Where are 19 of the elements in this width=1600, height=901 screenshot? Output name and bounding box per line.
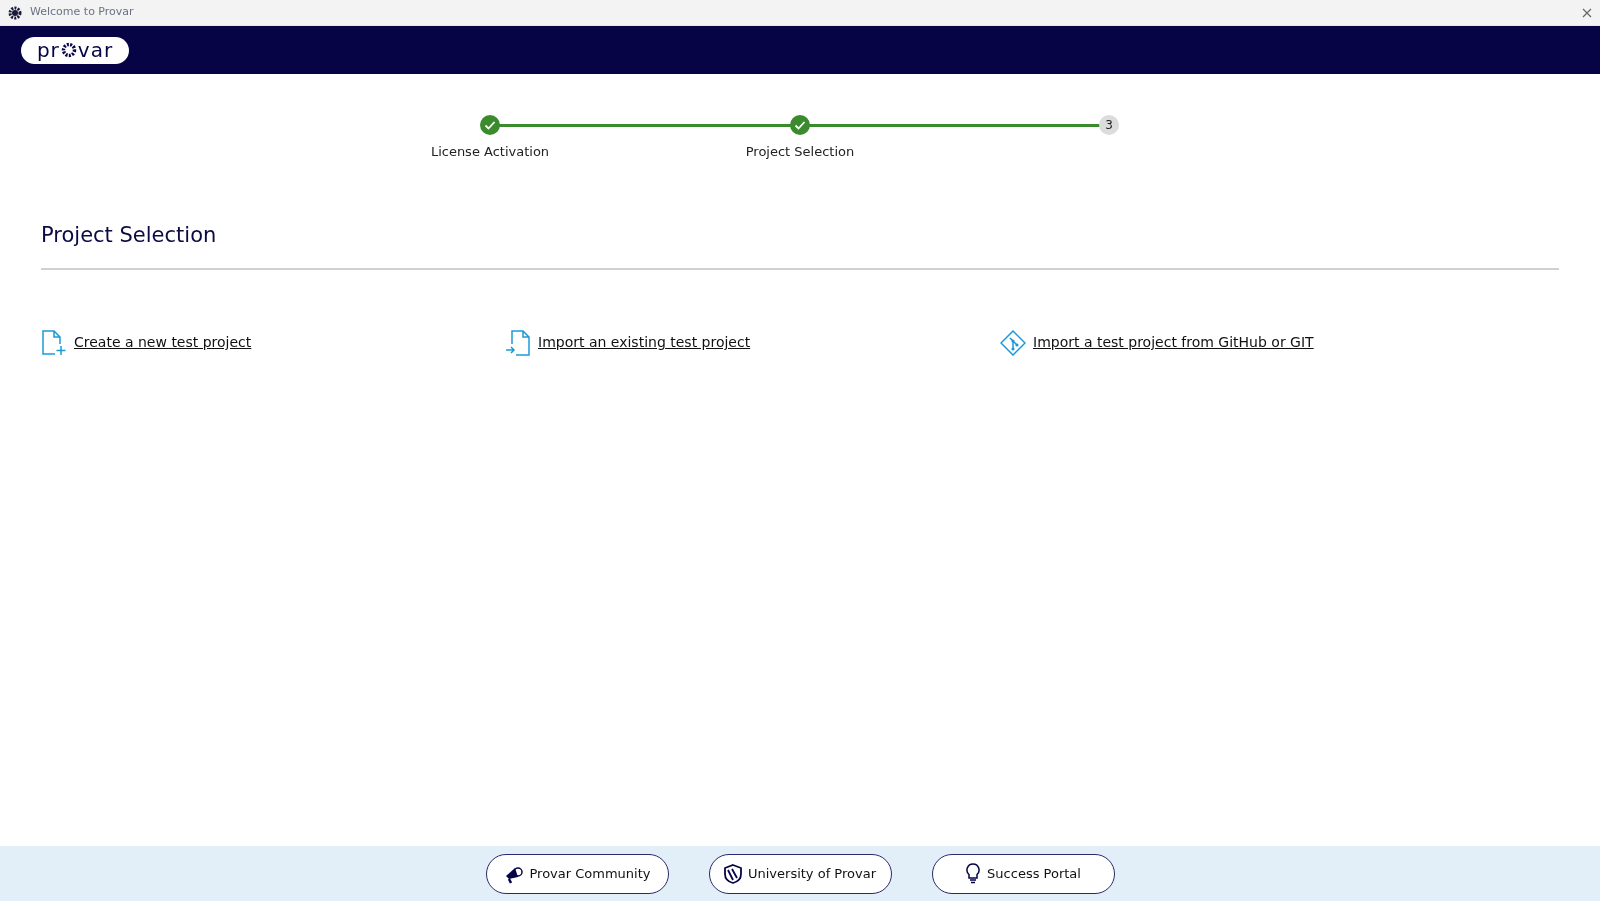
footer-link-button[interactable]: Success Portal: [931, 853, 1115, 894]
action-link[interactable]: Import an existing test project: [538, 332, 751, 353]
window-title: Welcome to Provar: [30, 4, 134, 21]
step-label: License Activation: [430, 143, 550, 161]
step-label: Project Selection: [745, 143, 855, 161]
page-heading: Project Selection: [41, 222, 218, 249]
git-icon: [1000, 329, 1026, 356]
provar-logo: pr var: [21, 36, 129, 64]
import-file-icon: [505, 329, 531, 356]
footer-link-button[interactable]: Provar Community: [485, 853, 669, 894]
step-number: 3: [1099, 115, 1119, 135]
footer-link-button[interactable]: University of Provar: [708, 853, 892, 894]
action-link[interactable]: Import a test project from GitHub or GIT: [1033, 332, 1314, 353]
gear-icon: [8, 5, 22, 20]
action-link[interactable]: Create a new test project: [74, 332, 252, 353]
close-icon[interactable]: [1582, 7, 1592, 18]
shield-icon: [724, 863, 742, 884]
new-file-icon: [41, 329, 67, 356]
lightbulb-icon: [965, 862, 982, 885]
